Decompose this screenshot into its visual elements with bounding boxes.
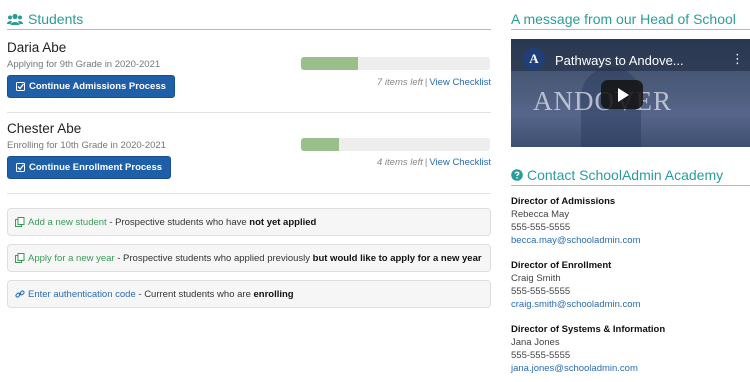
contact-rule: [511, 185, 750, 186]
progress-bar: [301, 57, 490, 70]
students-rule: [7, 29, 491, 30]
check-square-icon: [16, 82, 25, 91]
check-square-icon: [16, 163, 25, 172]
contact-name: Craig Smith: [511, 273, 561, 284]
option-description: - Current students who are: [135, 288, 254, 300]
items-left: 7 items left: [376, 77, 423, 88]
contact-title: Contact SchoolAdmin Academy: [527, 167, 724, 183]
play-icon: [618, 87, 629, 102]
option-emphasis: not yet applied: [249, 216, 317, 228]
apply-new-year-option[interactable]: Apply for a new year - Prospective stude…: [7, 244, 491, 272]
authentication-code-link[interactable]: Enter authentication code: [28, 289, 136, 300]
option-description: - Prospective students who have: [106, 216, 250, 228]
contact-role: Director of Enrollment: [511, 260, 612, 271]
view-checklist-link[interactable]: View Checklist: [429, 157, 491, 168]
view-checklist-link[interactable]: View Checklist: [429, 77, 491, 88]
options-divider: [7, 193, 491, 194]
channel-logo[interactable]: A: [523, 48, 545, 70]
separator: |: [424, 157, 428, 168]
copy-icon: [15, 217, 25, 227]
contact-admissions: Director of Admissions Rebecca May 555-5…: [511, 195, 641, 247]
progress-bar: [301, 138, 490, 151]
separator: |: [424, 77, 428, 88]
contact-systems: Director of Systems & Information Jana J…: [511, 323, 665, 375]
contact-phone: 555-555-5555: [511, 286, 571, 297]
head-message-title: A message from our Head of School: [511, 11, 736, 27]
contact-email-link[interactable]: craig.smith@schooladmin.com: [511, 298, 641, 311]
students-header: Students: [7, 11, 83, 27]
option-emphasis: but would like to apply for a new year: [312, 252, 482, 264]
continue-enrollment-button[interactable]: Continue Enrollment Process: [7, 156, 172, 179]
add-new-student-link[interactable]: Add a new student: [28, 217, 107, 228]
continue-enrollment-label: Continue Enrollment Process: [29, 162, 163, 173]
contact-role: Director of Admissions: [511, 196, 616, 207]
students-title: Students: [28, 11, 84, 27]
link-icon: [15, 290, 25, 298]
users-icon: [7, 13, 23, 25]
add-new-student-option[interactable]: Add a new student - Prospective students…: [7, 208, 491, 236]
checklist-status: 7 items left | View Checklist: [377, 77, 491, 88]
contact-name: Rebecca May: [511, 209, 570, 220]
head-message-rule: [511, 29, 750, 30]
video-title[interactable]: Pathways to Andove...: [555, 53, 684, 68]
contact-header: Contact SchoolAdmin Academy: [511, 167, 723, 183]
progress-fill: [301, 138, 339, 151]
contact-enrollment: Director of Enrollment Craig Smith 555-5…: [511, 259, 641, 311]
contact-role: Director of Systems & Information: [511, 324, 666, 335]
play-button[interactable]: [601, 80, 643, 109]
copy-icon: [15, 253, 25, 263]
question-circle-icon: [511, 169, 523, 181]
student-divider: [7, 112, 491, 113]
checklist-status: 4 items left | View Checklist: [377, 157, 491, 168]
continue-admissions-label: Continue Admissions Process: [29, 81, 166, 92]
items-left: 4 items left: [376, 157, 423, 168]
continue-admissions-button[interactable]: Continue Admissions Process: [7, 75, 175, 98]
authentication-code-option[interactable]: Enter authentication code - Current stud…: [7, 280, 491, 308]
contact-phone: 555-555-5555: [511, 222, 571, 233]
student-name: Daria Abe: [7, 40, 67, 55]
video-menu-icon[interactable]: ⋮: [731, 51, 744, 67]
student-name: Chester Abe: [7, 121, 82, 136]
contact-name: Jana Jones: [511, 337, 560, 348]
contact-email-link[interactable]: jana.jones@schooladmin.com: [511, 362, 665, 375]
apply-new-year-link[interactable]: Apply for a new year: [28, 253, 115, 264]
contact-phone: 555-555-5555: [511, 350, 571, 361]
progress-fill: [301, 57, 358, 70]
video-player[interactable]: ANDOVER A Pathways to Andove... ⋮: [511, 39, 750, 147]
option-description: - Prospective students who applied previ…: [114, 252, 313, 264]
contact-email-link[interactable]: becca.may@schooladmin.com: [511, 234, 641, 247]
option-emphasis: enrolling: [253, 288, 294, 300]
